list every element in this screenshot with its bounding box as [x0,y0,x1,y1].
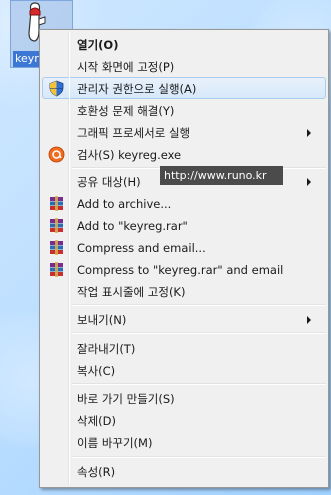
menu-item-label: 검사(S) keyreg.exe [77,148,182,162]
menu-item-send-to[interactable]: 보내기(N) [42,308,326,330]
menu-separator [72,332,326,334]
menu-item-label: 공유 대상(H) [77,175,141,189]
menu-separator [72,304,326,306]
menu-item-label: 보내기(N) [77,313,127,327]
context-menu: 열기(O) 시작 화면에 고정(P) 관리자 권한으로 실행(A) 호환성 문제… [39,29,329,488]
submenu-arrow-icon [307,178,311,186]
menu-item-open[interactable]: 열기(O) [42,33,326,55]
menu-item-label: Add to "keyreg.rar" [77,219,188,233]
menu-item-label: Add to archive... [77,197,172,211]
menu-item-run-as-admin[interactable]: 관리자 권한으로 실행(A) [42,77,326,99]
shield-icon [49,80,64,97]
menu-item-create-shortcut[interactable]: 바로 가기 만들기(S) [42,387,326,409]
menu-item-add-to-archive[interactable]: Add to archive... [42,192,326,214]
menu-item-scan[interactable]: 검사(S) keyreg.exe [42,143,326,165]
url-tooltip: http://www.runo.kr [160,166,283,185]
submenu-arrow-icon [307,129,311,137]
menu-item-compress-to-rar-email[interactable]: Compress to "keyreg.rar" and email [42,258,326,280]
menu-separator [72,383,326,385]
menu-item-delete[interactable]: 삭제(D) [42,409,326,431]
menu-item-label: 작업 표시줄에 고정(K) [77,285,186,299]
menu-item-label: 바로 가기 만들기(S) [77,392,175,406]
menu-item-add-to-rar[interactable]: Add to "keyreg.rar" [42,214,326,236]
menu-item-label: 속성(R) [77,465,116,479]
menu-item-label: 호환성 문제 해결(Y) [77,104,175,118]
menu-item-label: 열기(O) [77,38,119,52]
menu-item-copy[interactable]: 복사(C) [42,359,326,381]
menu-item-label: Compress and email... [77,241,206,255]
winrar-icon [50,218,63,233]
submenu-arrow-icon [307,316,311,324]
menu-item-label: 잘라내기(T) [77,342,136,356]
menu-item-label: 시작 화면에 고정(P) [77,60,175,74]
menu-item-properties[interactable]: 속성(R) [42,460,326,482]
menu-item-label: 복사(C) [77,364,116,378]
winrar-icon [50,240,63,255]
menu-item-label: Compress to "keyreg.rar" and email [77,263,284,277]
menu-item-label: 관리자 권한으로 실행(A) [77,82,197,96]
menu-item-run-with-gpu[interactable]: 그래픽 프로세서로 실행 [42,121,326,143]
menu-item-label: 삭제(D) [77,414,116,428]
menu-item-pin-taskbar[interactable]: 작업 표시줄에 고정(K) [42,280,326,302]
menu-item-label: 그래픽 프로세서로 실행 [77,126,191,140]
menu-item-troubleshoot-compat[interactable]: 호환성 문제 해결(Y) [42,99,326,121]
menu-item-pin-start[interactable]: 시작 화면에 고정(P) [42,55,326,77]
winrar-icon [50,262,63,277]
menu-item-cut[interactable]: 잘라내기(T) [42,337,326,359]
menu-item-compress-email[interactable]: Compress and email... [42,236,326,258]
menu-separator [72,456,326,458]
winrar-icon [50,196,63,211]
antivirus-icon [48,146,65,163]
menu-item-rename[interactable]: 이름 바꾸기(M) [42,431,326,453]
menu-item-label: 이름 바꾸기(M) [77,436,153,450]
